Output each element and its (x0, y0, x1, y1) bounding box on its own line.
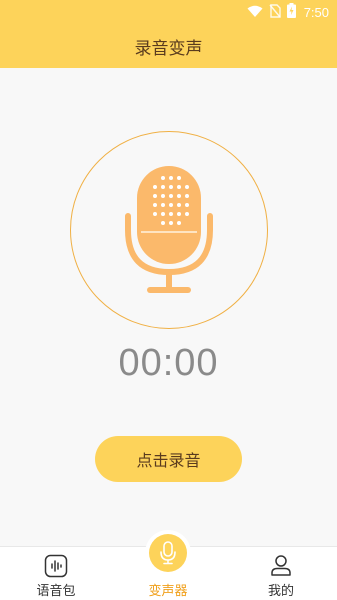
voice-pack-icon (44, 554, 68, 578)
wifi-icon (247, 3, 263, 22)
battery-charging-icon (286, 2, 296, 22)
nav-label-voice-pack: 语音包 (36, 584, 76, 599)
record-mic-button[interactable] (70, 131, 268, 329)
nav-item-mine[interactable]: 我的 (241, 547, 321, 600)
microphone-icon (160, 541, 176, 565)
microphone-icon (125, 166, 213, 293)
voice-changer-tab-bubble[interactable] (149, 534, 187, 572)
status-bar: 7:50 (0, 0, 337, 24)
app-header: 7:50 录音变声 (0, 0, 337, 68)
page-title: 录音变声 (134, 39, 203, 59)
status-time: 7:50 (303, 4, 329, 20)
nav-label-voice-changer: 变声器 (148, 584, 188, 599)
nav-label-mine: 我的 (267, 584, 294, 599)
user-icon (271, 555, 291, 576)
record-button[interactable]: 点击录音 (95, 436, 242, 482)
recording-timer: 00:00 (118, 342, 219, 384)
no-sim-icon (269, 3, 281, 22)
nav-item-voice-pack[interactable]: 语音包 (16, 547, 96, 600)
